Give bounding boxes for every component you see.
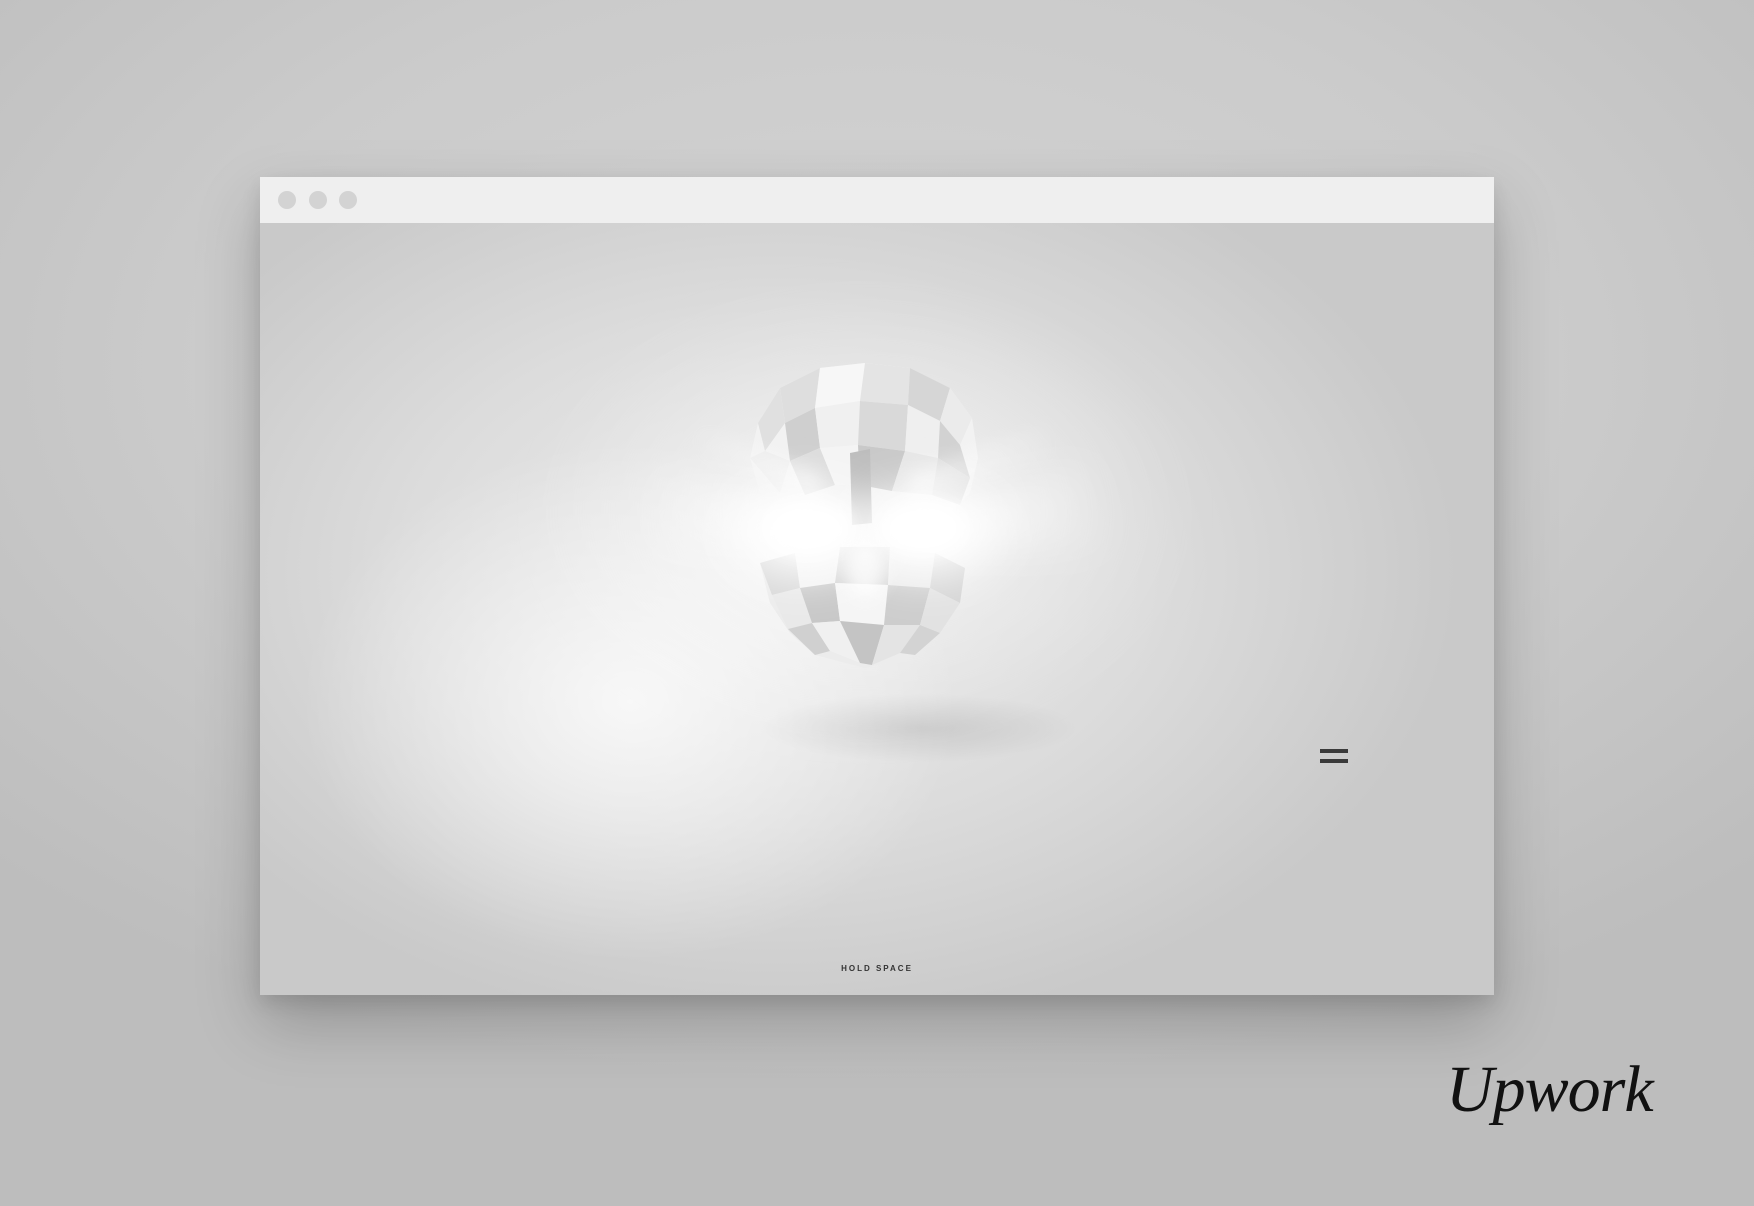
skull-eye-glow — [710, 471, 1020, 598]
menu-bar-bottom — [1320, 759, 1348, 763]
browser-window: HOLD SPACE — [260, 177, 1494, 995]
window-maximize-button[interactable] — [339, 191, 357, 209]
glowing-skull-graphic — [535, 283, 1195, 743]
page-viewport: HOLD SPACE — [260, 223, 1494, 995]
window-minimize-button[interactable] — [309, 191, 327, 209]
hamburger-menu-icon[interactable] — [1320, 745, 1350, 767]
upwork-logo: Upwork — [1446, 1053, 1654, 1126]
menu-bar-top — [1320, 749, 1348, 753]
hold-space-hint: HOLD SPACE — [841, 964, 913, 973]
browser-titlebar — [260, 177, 1494, 223]
window-close-button[interactable] — [278, 191, 296, 209]
